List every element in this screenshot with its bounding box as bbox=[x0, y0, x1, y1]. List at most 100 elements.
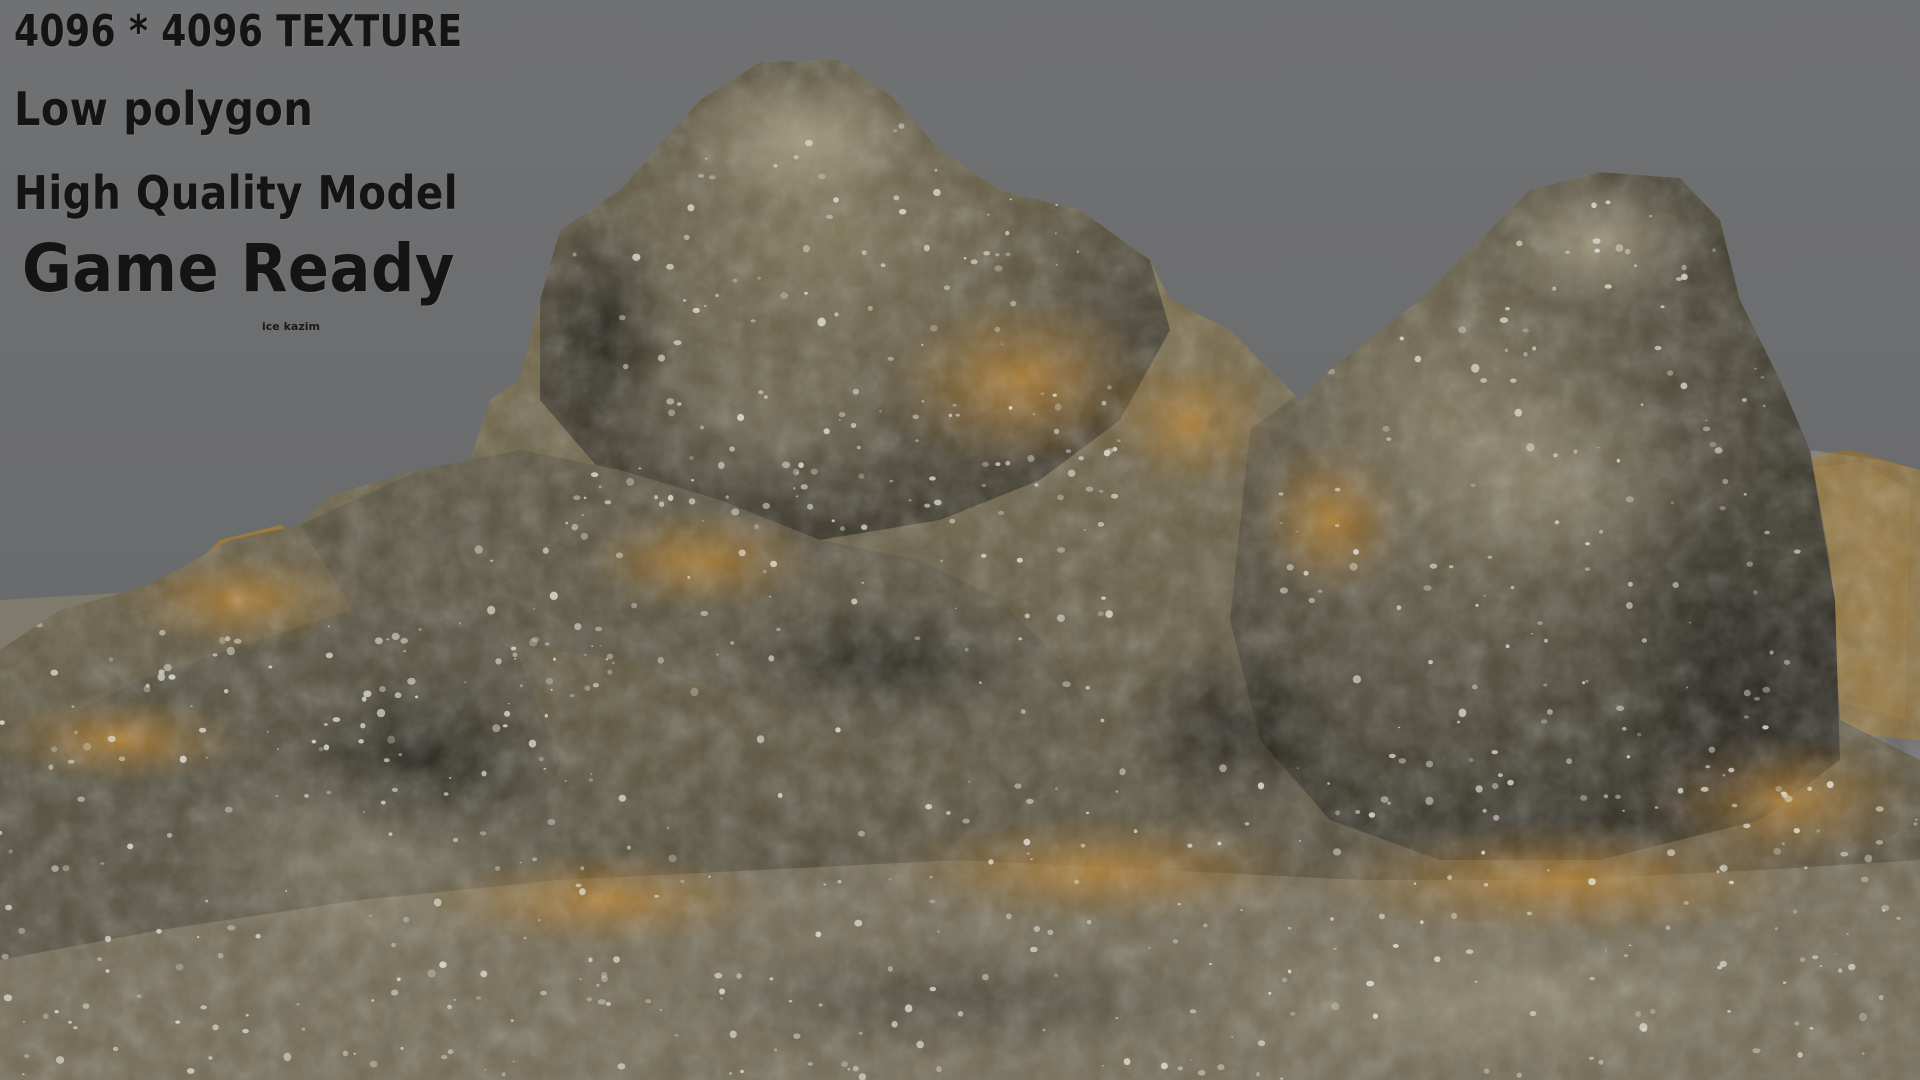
lichen-speck bbox=[396, 977, 401, 981]
lichen-speck bbox=[1685, 686, 1689, 689]
lichen-speck bbox=[403, 650, 407, 653]
lichen-speck bbox=[1702, 426, 1711, 432]
lichen-speck bbox=[1580, 795, 1588, 801]
lichen-speck bbox=[1616, 458, 1621, 463]
lichen-speck bbox=[1514, 408, 1523, 417]
lichen-speck bbox=[1414, 355, 1422, 363]
lichen-speck bbox=[1108, 212, 1113, 217]
lichen-speck bbox=[841, 1061, 848, 1068]
lichen-speck bbox=[73, 1026, 78, 1030]
lichen-speck bbox=[1667, 370, 1674, 376]
lichen-speck bbox=[1296, 767, 1300, 769]
lichen-speck bbox=[1372, 1013, 1378, 1019]
lichen-speck bbox=[463, 681, 467, 684]
lichen-speck bbox=[42, 1013, 49, 1020]
lichen-speck bbox=[943, 285, 951, 291]
lichen-speck bbox=[607, 669, 613, 675]
lichen-speck bbox=[921, 343, 924, 346]
author-credit: ice kazim bbox=[262, 320, 320, 333]
lichen-speck bbox=[659, 1008, 663, 1012]
lichen-speck bbox=[615, 552, 624, 559]
lichen-speck bbox=[598, 485, 602, 489]
lichen-speck bbox=[1308, 240, 1311, 242]
lichen-speck bbox=[1705, 765, 1711, 769]
lichen-speck bbox=[1203, 923, 1208, 928]
lichen-speck bbox=[1465, 949, 1474, 954]
lichen-speck bbox=[391, 632, 400, 641]
lichen-speck bbox=[802, 245, 810, 253]
lichen-speck bbox=[1783, 659, 1791, 665]
lichen-speck bbox=[358, 739, 364, 744]
lichen-speck bbox=[1782, 981, 1787, 984]
lichen-speck bbox=[391, 463, 397, 469]
lichen-speck bbox=[617, 1063, 626, 1070]
lichen-speck bbox=[1005, 460, 1011, 466]
lichen-speck bbox=[495, 658, 502, 665]
lichen-speck bbox=[1395, 266, 1404, 272]
lichen-speck bbox=[929, 899, 936, 904]
lichen-speck bbox=[815, 931, 822, 938]
lichen-speck bbox=[912, 414, 919, 420]
lichen-speck bbox=[1086, 811, 1090, 815]
lichen-speck bbox=[1148, 946, 1151, 949]
lichen-speck bbox=[964, 142, 968, 146]
lichen-speck bbox=[626, 477, 634, 486]
lichen-speck bbox=[793, 487, 796, 490]
lichen-speck bbox=[1763, 404, 1766, 407]
lichen-speck bbox=[1741, 398, 1747, 402]
lichen-speck bbox=[1209, 962, 1212, 965]
lichen-speck bbox=[612, 661, 615, 665]
lichen-speck bbox=[1398, 758, 1407, 764]
lichen-speck bbox=[545, 642, 550, 646]
lichen-speck bbox=[386, 638, 390, 641]
lichen-speck bbox=[1752, 1048, 1761, 1054]
lichen-speck bbox=[1758, 245, 1765, 252]
lichen-speck bbox=[1388, 753, 1396, 759]
lichen-speck bbox=[1349, 562, 1358, 571]
lichen-speck bbox=[1774, 927, 1778, 931]
lichen-speck bbox=[1217, 1064, 1225, 1071]
lichen-speck bbox=[729, 1030, 737, 1039]
lichen-speck bbox=[1053, 428, 1060, 435]
lichen-speck bbox=[1728, 880, 1734, 885]
lichen-speck bbox=[1458, 326, 1467, 334]
lichen-speck bbox=[923, 244, 930, 252]
lichen-speck bbox=[1680, 382, 1688, 390]
lichen-speck bbox=[954, 607, 958, 610]
lichen-speck bbox=[1859, 1012, 1867, 1022]
lichen-speck bbox=[1052, 393, 1057, 397]
lichen-speck bbox=[62, 865, 70, 872]
lichen-speck bbox=[915, 439, 919, 442]
lichen-speck bbox=[1543, 683, 1548, 687]
lichen-speck bbox=[834, 312, 839, 317]
lichen-speck bbox=[1085, 686, 1090, 690]
lichen-speck bbox=[1458, 708, 1467, 718]
lichen-speck bbox=[1286, 564, 1294, 571]
lichen-speck bbox=[1190, 1059, 1193, 1062]
lichen-speck bbox=[925, 804, 933, 810]
lichen-speck bbox=[682, 299, 687, 302]
lichen-speck bbox=[729, 446, 735, 452]
lichen-speck bbox=[1677, 787, 1684, 794]
lichen-speck bbox=[1030, 161, 1036, 167]
lichen-speck bbox=[898, 123, 905, 129]
lichen-speck bbox=[1311, 250, 1317, 255]
lichen-speck bbox=[553, 657, 556, 661]
lichen-speck bbox=[1826, 781, 1834, 789]
lichen-speck bbox=[360, 723, 366, 729]
lichen-speck bbox=[453, 999, 456, 1001]
lichen-speck bbox=[924, 503, 931, 508]
lichen-speck bbox=[1187, 843, 1193, 848]
lichen-speck bbox=[51, 865, 59, 872]
lichen-speck bbox=[1641, 1027, 1648, 1033]
lichen-speck bbox=[1380, 796, 1389, 803]
lichen-speck bbox=[962, 818, 970, 824]
lichen-speck bbox=[1529, 1010, 1537, 1017]
lichen-speck bbox=[574, 623, 582, 631]
lichen-speck bbox=[588, 957, 593, 963]
lichen-speck bbox=[1552, 286, 1557, 291]
lichen-speck bbox=[1510, 585, 1515, 590]
lichen-speck bbox=[1546, 709, 1553, 715]
lichen-speck bbox=[1537, 621, 1543, 626]
lichen-speck bbox=[1793, 909, 1797, 914]
